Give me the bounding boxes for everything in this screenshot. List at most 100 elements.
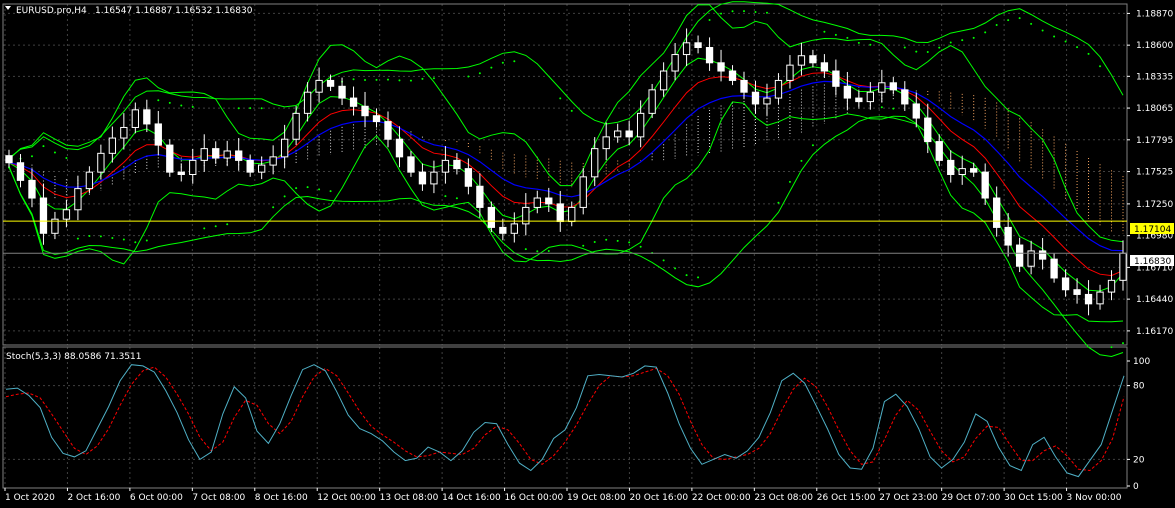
sar-dot <box>455 197 458 200</box>
candle-body <box>797 55 806 66</box>
sar-dot <box>880 106 883 109</box>
price-chart[interactable]: 1.18870 1.18600 1.18335 1.18065 1.17795 1.175… <box>0 0 1175 508</box>
price-tick-label: 1.16440 <box>1136 295 1173 305</box>
candle-body <box>74 188 82 211</box>
candle-body <box>602 136 610 150</box>
sar-dot <box>1064 40 1067 43</box>
candle-body <box>740 79 748 93</box>
sar-dot <box>283 195 286 198</box>
stoch-axis: 100 80 20 0 <box>1127 357 1150 492</box>
indicator-lines <box>8 1 1124 358</box>
sar-dot <box>788 180 791 183</box>
sar-dot <box>857 41 860 44</box>
sar-dot <box>432 77 435 80</box>
candle-body <box>280 138 289 158</box>
sar-dot <box>249 107 252 110</box>
bollinger-lower <box>8 116 1124 358</box>
candle-body <box>189 159 197 175</box>
candle-body <box>832 70 840 87</box>
sar-dot <box>421 77 424 80</box>
time-tick-label: 27 Oct 23:00 <box>879 493 938 503</box>
candle-body <box>682 42 691 56</box>
candle-body <box>384 121 392 140</box>
sar-dot <box>903 46 906 49</box>
sar-dot <box>869 43 872 46</box>
sar-dot <box>605 238 608 241</box>
candle-body <box>361 105 369 117</box>
candle-body <box>568 206 576 223</box>
candle-body <box>545 197 553 205</box>
sar-dot <box>961 39 964 42</box>
candle-body <box>5 155 13 164</box>
candle-body <box>924 117 932 143</box>
sar-dot <box>191 105 194 108</box>
time-tick-label: 1 Oct 2020 <box>5 493 55 503</box>
candle-body <box>1073 289 1081 295</box>
candle-body <box>166 144 174 173</box>
candle-body <box>970 168 978 173</box>
sar-dot <box>122 238 125 241</box>
sar-dot <box>168 101 171 104</box>
candle-body <box>1084 293 1093 305</box>
candle-body <box>487 206 496 228</box>
candle-body <box>418 171 427 185</box>
ma-green <box>8 57 1124 292</box>
candle-body <box>625 130 633 138</box>
candle-body <box>430 171 438 185</box>
time-tick-label: 23 Oct 08:00 <box>754 493 813 503</box>
candle-body <box>901 89 909 105</box>
candle-body <box>855 97 863 103</box>
sar-dot <box>478 72 481 75</box>
collapse-arrow-icon[interactable] <box>5 6 11 10</box>
sar-dot <box>111 237 114 240</box>
sar-dot <box>754 11 757 14</box>
time-tick-label: 16 Oct 00:00 <box>505 493 564 503</box>
candle-body <box>556 203 564 223</box>
sar-dot <box>547 250 550 253</box>
price-tick-label: 1.17795 <box>1136 136 1173 146</box>
candle-body <box>648 89 656 114</box>
sar-dot <box>306 186 309 189</box>
sar-dot <box>134 241 137 244</box>
candle-body <box>809 55 817 64</box>
candle-body <box>1107 279 1116 293</box>
sar-dot <box>616 239 619 242</box>
candle-body <box>246 159 254 173</box>
sar-dot <box>559 97 562 100</box>
sar-dot <box>42 145 45 148</box>
candle-body <box>349 97 358 107</box>
sar-dot <box>995 23 998 26</box>
time-axis: 1 Oct 2020 2 Oct 16:00 6 Oct 00:00 7 Oct 08… <box>4 488 1122 503</box>
candle-body <box>476 185 484 208</box>
stoch-pane-frame <box>2 346 1128 489</box>
sar-dot <box>1053 35 1056 38</box>
candle-body <box>878 82 886 93</box>
sar-dot <box>984 31 987 34</box>
horizontal-line[interactable] <box>3 220 1127 254</box>
time-tick-label: 14 Oct 16:00 <box>442 493 501 503</box>
candle-body <box>395 138 404 158</box>
sar-dot <box>972 36 975 39</box>
sar-dot <box>524 248 527 251</box>
sar-dot <box>1099 65 1102 68</box>
candle-body <box>120 126 128 139</box>
sar-dot <box>1076 46 1079 49</box>
sar-dot <box>76 237 79 240</box>
ma-blue <box>8 80 1124 252</box>
sar-dot <box>834 33 837 36</box>
stoch-tick-label: 80 <box>1133 382 1145 392</box>
sar-dot <box>398 79 401 82</box>
sar-dot <box>777 201 780 204</box>
sar-dot <box>318 188 321 191</box>
sar-dot <box>731 10 734 13</box>
sar-dot <box>846 36 849 39</box>
sar-dot <box>364 79 367 82</box>
candle-body <box>85 171 94 190</box>
price-tick-label: 1.16170 <box>1136 327 1173 337</box>
sar-dot <box>708 18 711 21</box>
candle-body <box>97 152 105 173</box>
candle-body <box>200 148 208 161</box>
candle-body <box>258 164 266 173</box>
time-tick-label: 20 Oct 16:00 <box>629 493 688 503</box>
sar-dot <box>260 107 263 110</box>
